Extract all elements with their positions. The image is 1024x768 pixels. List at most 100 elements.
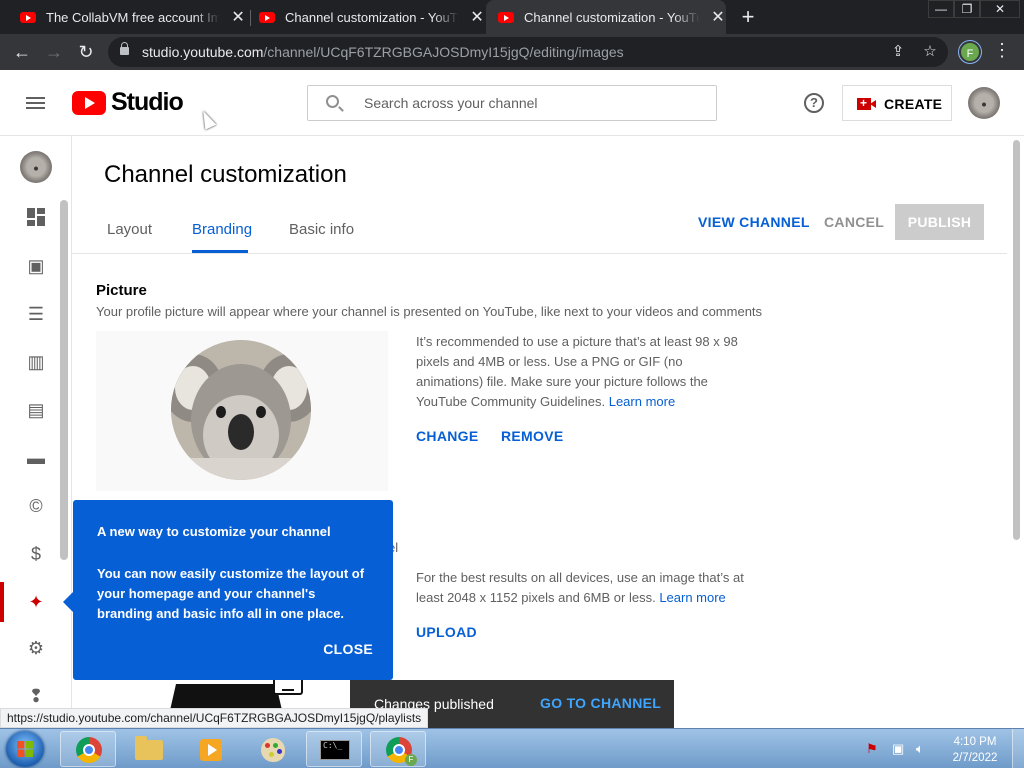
network-error-icon[interactable]: ⚑ (866, 741, 878, 757)
dollar-icon: $ (30, 544, 41, 564)
picture-section-description: Your profile picture will appear where y… (96, 304, 763, 319)
windows-taskbar: C:\_ F ⚑ ▣ 🔈︎ 4:10 PM 2/7/2022 (0, 728, 1024, 768)
picture-guideline-text: It’s recommended to use a picture that’s… (416, 334, 738, 409)
change-picture-button[interactable]: CHANGE (416, 428, 478, 444)
gear-icon: ⚙ (27, 638, 45, 658)
new-tab-button[interactable]: + (737, 4, 759, 30)
sidebar-item-subtitles[interactable]: ▬ (0, 438, 72, 478)
taskbar-explorer-button[interactable] (120, 731, 176, 767)
close-tab-icon[interactable]: ✕ (230, 7, 246, 27)
go-to-channel-button[interactable]: GO TO CHANNEL (540, 695, 661, 711)
media-player-icon (200, 739, 222, 761)
taskbar-chrome-button[interactable] (60, 731, 116, 767)
sidebar-item-comments[interactable]: ▤ (0, 390, 72, 430)
publish-button[interactable]: PUBLISH (895, 204, 984, 240)
youtube-favicon-icon (498, 11, 514, 23)
help-icon[interactable]: ? (804, 93, 824, 113)
feedback-icon: ❢ (28, 686, 44, 706)
browser-tab-3-active[interactable]: Channel customization - YouTube ✕ (486, 0, 726, 34)
youtube-logo-icon[interactable] (72, 91, 106, 115)
sidebar-item-monetization[interactable]: $ (0, 534, 72, 574)
browser-tab-2[interactable]: Channel customization - YouTube ✕ (259, 0, 485, 34)
picture-learn-more-link[interactable]: Learn more (609, 394, 675, 409)
url-text: studio.youtube.com/channel/UCqF6TZRGBGAJ… (142, 44, 624, 60)
network-icon[interactable]: ▣ (892, 741, 904, 757)
minimize-icon[interactable]: — (928, 0, 954, 18)
sidebar-item-dashboard[interactable] (0, 198, 72, 238)
close-tab-icon[interactable]: ✕ (710, 7, 726, 27)
remove-picture-button[interactable]: REMOVE (501, 428, 563, 444)
tab-layout[interactable]: Layout (107, 221, 152, 238)
browser-profile-avatar[interactable]: F (959, 41, 981, 63)
sidebar-item-feedback[interactable]: ❢ (0, 676, 72, 708)
search-input[interactable] (364, 94, 694, 112)
hamburger-menu-icon[interactable] (26, 97, 45, 109)
tab-basic-info[interactable]: Basic info (289, 221, 354, 238)
command-prompt-icon: C:\_ (320, 740, 350, 760)
account-avatar[interactable] (968, 87, 1000, 119)
banner-learn-more-link[interactable]: Learn more (659, 590, 725, 605)
comments-icon: ▤ (27, 400, 45, 420)
volume-icon[interactable]: 🔈︎ (916, 741, 924, 757)
create-label: CREATE (884, 96, 943, 112)
sidebar-item-customization[interactable]: ✦ (0, 582, 72, 622)
folder-icon (135, 736, 163, 760)
address-bar[interactable]: studio.youtube.com/channel/UCqF6TZRGBGAJ… (108, 37, 948, 67)
tab-separator (250, 10, 251, 26)
video-content-icon: ▣ (27, 256, 45, 276)
browser-tab-title: The CollabVM free account Imag (46, 9, 221, 25)
window-controls: — ❐ ✕ (928, 0, 1020, 18)
sidebar-item-content[interactable]: ▣ (0, 246, 72, 286)
browser-menu-icon[interactable]: ⋮ (992, 40, 1012, 61)
bookmark-star-icon[interactable]: ☆ (920, 42, 940, 60)
taskbar-paint-button[interactable] (244, 731, 300, 767)
popup-body: You can now easily customize the layout … (97, 566, 365, 621)
popup-close-button[interactable]: CLOSE (323, 641, 373, 657)
sidebar-item-analytics[interactable]: ▥ (0, 342, 72, 382)
taskbar-media-player-button[interactable] (182, 731, 238, 767)
channel-avatar[interactable] (20, 151, 52, 183)
sidebar-item-copyright[interactable]: © (0, 486, 72, 526)
playlists-icon: ☰ (27, 304, 45, 324)
create-button[interactable]: CREATE (842, 85, 952, 121)
sidebar-item-playlists[interactable]: ☰ (0, 294, 72, 334)
browser-tab-1[interactable]: The CollabVM free account Imag ✕ (20, 0, 246, 34)
copyright-icon: © (29, 496, 43, 516)
browser-tab-strip: The CollabVM free account Imag ✕ Channel… (0, 0, 1024, 34)
forward-arrow-icon[interactable]: → (42, 40, 66, 64)
close-window-icon[interactable]: ✕ (980, 0, 1020, 18)
taskbar-chrome-profile-button[interactable]: F (370, 731, 426, 767)
restore-icon[interactable]: ❐ (954, 0, 980, 18)
share-icon[interactable]: ⇪ (888, 42, 908, 60)
clock-date: 2/7/2022 (952, 752, 998, 764)
taskbar-cmd-button[interactable]: C:\_ (306, 731, 362, 767)
youtube-favicon-icon (20, 11, 36, 23)
reload-icon[interactable]: ↻ (74, 40, 98, 64)
close-tab-icon[interactable]: ✕ (469, 7, 485, 27)
paint-icon (261, 738, 285, 762)
cancel-button[interactable]: CANCEL (824, 214, 884, 230)
view-channel-button[interactable]: VIEW CHANNEL (698, 214, 810, 230)
upload-banner-button[interactable]: UPLOAD (416, 624, 477, 640)
browser-tab-title: Channel customization - YouTube (524, 9, 700, 25)
clock-time: 4:10 PM (953, 736, 997, 748)
back-arrow-icon[interactable]: ← (10, 40, 34, 64)
create-video-icon (857, 96, 876, 110)
chrome-icon (76, 737, 102, 763)
active-tab-indicator (192, 250, 248, 253)
subtitles-icon: ▬ (27, 448, 45, 468)
search-box[interactable] (307, 85, 717, 121)
taskbar-clock[interactable]: 4:10 PM 2/7/2022 (946, 734, 1004, 766)
studio-logo-text[interactable]: Studio (111, 88, 184, 117)
browser-toolbar: ← → ↻ studio.youtube.com/channel/UCqF6TZ… (0, 34, 1024, 70)
youtube-favicon-icon (259, 11, 275, 23)
start-button-icon[interactable] (6, 731, 44, 767)
customization-tooltip-popup: A new way to customize your channel You … (63, 500, 393, 680)
sidebar-item-settings[interactable]: ⚙ (0, 628, 72, 668)
main-scrollbar[interactable] (1013, 140, 1020, 540)
dashboard-icon (26, 208, 46, 228)
show-desktop-button[interactable] (1012, 729, 1024, 768)
tab-branding[interactable]: Branding (192, 221, 252, 238)
banner-guideline: For the best results on all devices, use… (416, 568, 756, 608)
chrome-profile-badge: F (405, 754, 417, 766)
